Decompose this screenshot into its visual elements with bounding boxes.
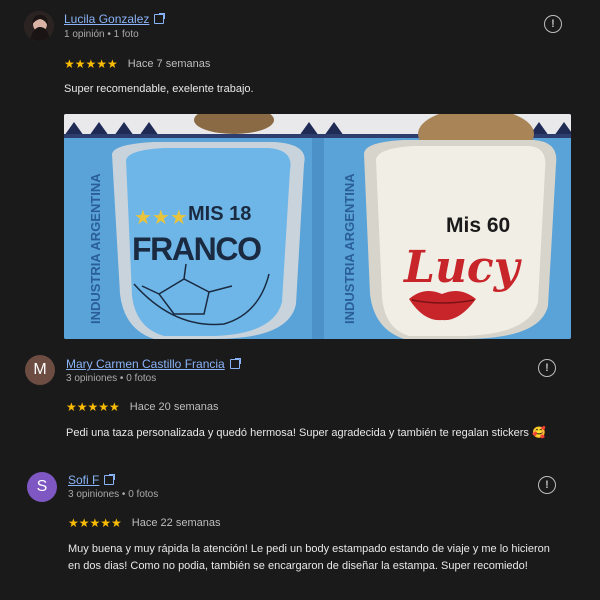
gold-stars: ★★★ <box>134 205 188 229</box>
review-time: Hace 7 semanas <box>127 58 211 70</box>
avatar[interactable]: M <box>25 355 55 385</box>
mug-text-franco: FRANCO <box>132 231 262 267</box>
reviewer-meta: 1 opinión • 1 foto <box>64 29 139 40</box>
review-text: Muy buena y muy rápida la atención! Le p… <box>68 543 550 572</box>
review-photo[interactable]: INDUSTRIA ARGENTINA INDUSTRIA ARGENTINA … <box>64 114 571 339</box>
side-text-right: INDUSTRIA ARGENTINA <box>342 173 357 324</box>
more-options-button[interactable]: ! <box>544 15 562 33</box>
edit-icon <box>229 358 241 369</box>
star-rating: ★★★★★ <box>66 400 120 414</box>
review-text: Super recomendable, exelente trabajo. <box>64 83 254 95</box>
mug-text-lucy: Lucy <box>402 242 523 293</box>
review-time: Hace 22 semanas <box>131 517 221 529</box>
rating-row: ★★★★★ Hace 20 semanas <box>66 400 218 414</box>
avatar-letter: M <box>33 361 47 378</box>
star-rating: ★★★★★ <box>68 516 122 530</box>
mug-text-mis18: MIS 18 <box>188 203 251 225</box>
side-text-left: INDUSTRIA ARGENTINA <box>88 173 103 324</box>
review-time: Hace 20 semanas <box>129 401 219 413</box>
mugs-photo: INDUSTRIA ARGENTINA INDUSTRIA ARGENTINA … <box>64 114 571 339</box>
review-text: Pedi una taza personalizada y quedó herm… <box>66 427 546 439</box>
reviewer-name[interactable]: Lucila Gonzalez <box>64 12 166 26</box>
rating-row: ★★★★★ Hace 22 semanas <box>68 516 220 530</box>
more-options-button[interactable]: ! <box>538 359 556 377</box>
rating-row: ★★★★★ Hace 7 semanas <box>64 57 210 71</box>
reviewer-meta: 3 opiniones • 0 fotos <box>68 489 159 500</box>
reviewer-name-text[interactable]: Lucila Gonzalez <box>64 12 149 26</box>
edit-icon <box>154 13 166 24</box>
profile-photo-icon <box>24 11 54 41</box>
star-rating: ★★★★★ <box>64 57 118 71</box>
avatar[interactable] <box>24 11 54 41</box>
edit-icon <box>104 474 116 485</box>
reviewer-name[interactable]: Sofi F <box>68 473 116 487</box>
reviewer-name-text[interactable]: Sofi F <box>68 473 99 487</box>
mug-text-mis60: Mis 60 <box>446 214 510 237</box>
reviewer-meta: 3 opiniones • 0 fotos <box>66 373 157 384</box>
reviewer-name[interactable]: Mary Carmen Castillo Francia <box>66 357 241 371</box>
avatar[interactable]: S <box>27 472 57 502</box>
reviewer-name-text[interactable]: Mary Carmen Castillo Francia <box>66 357 225 371</box>
avatar-letter: S <box>36 478 48 495</box>
more-options-button[interactable]: ! <box>538 476 556 494</box>
